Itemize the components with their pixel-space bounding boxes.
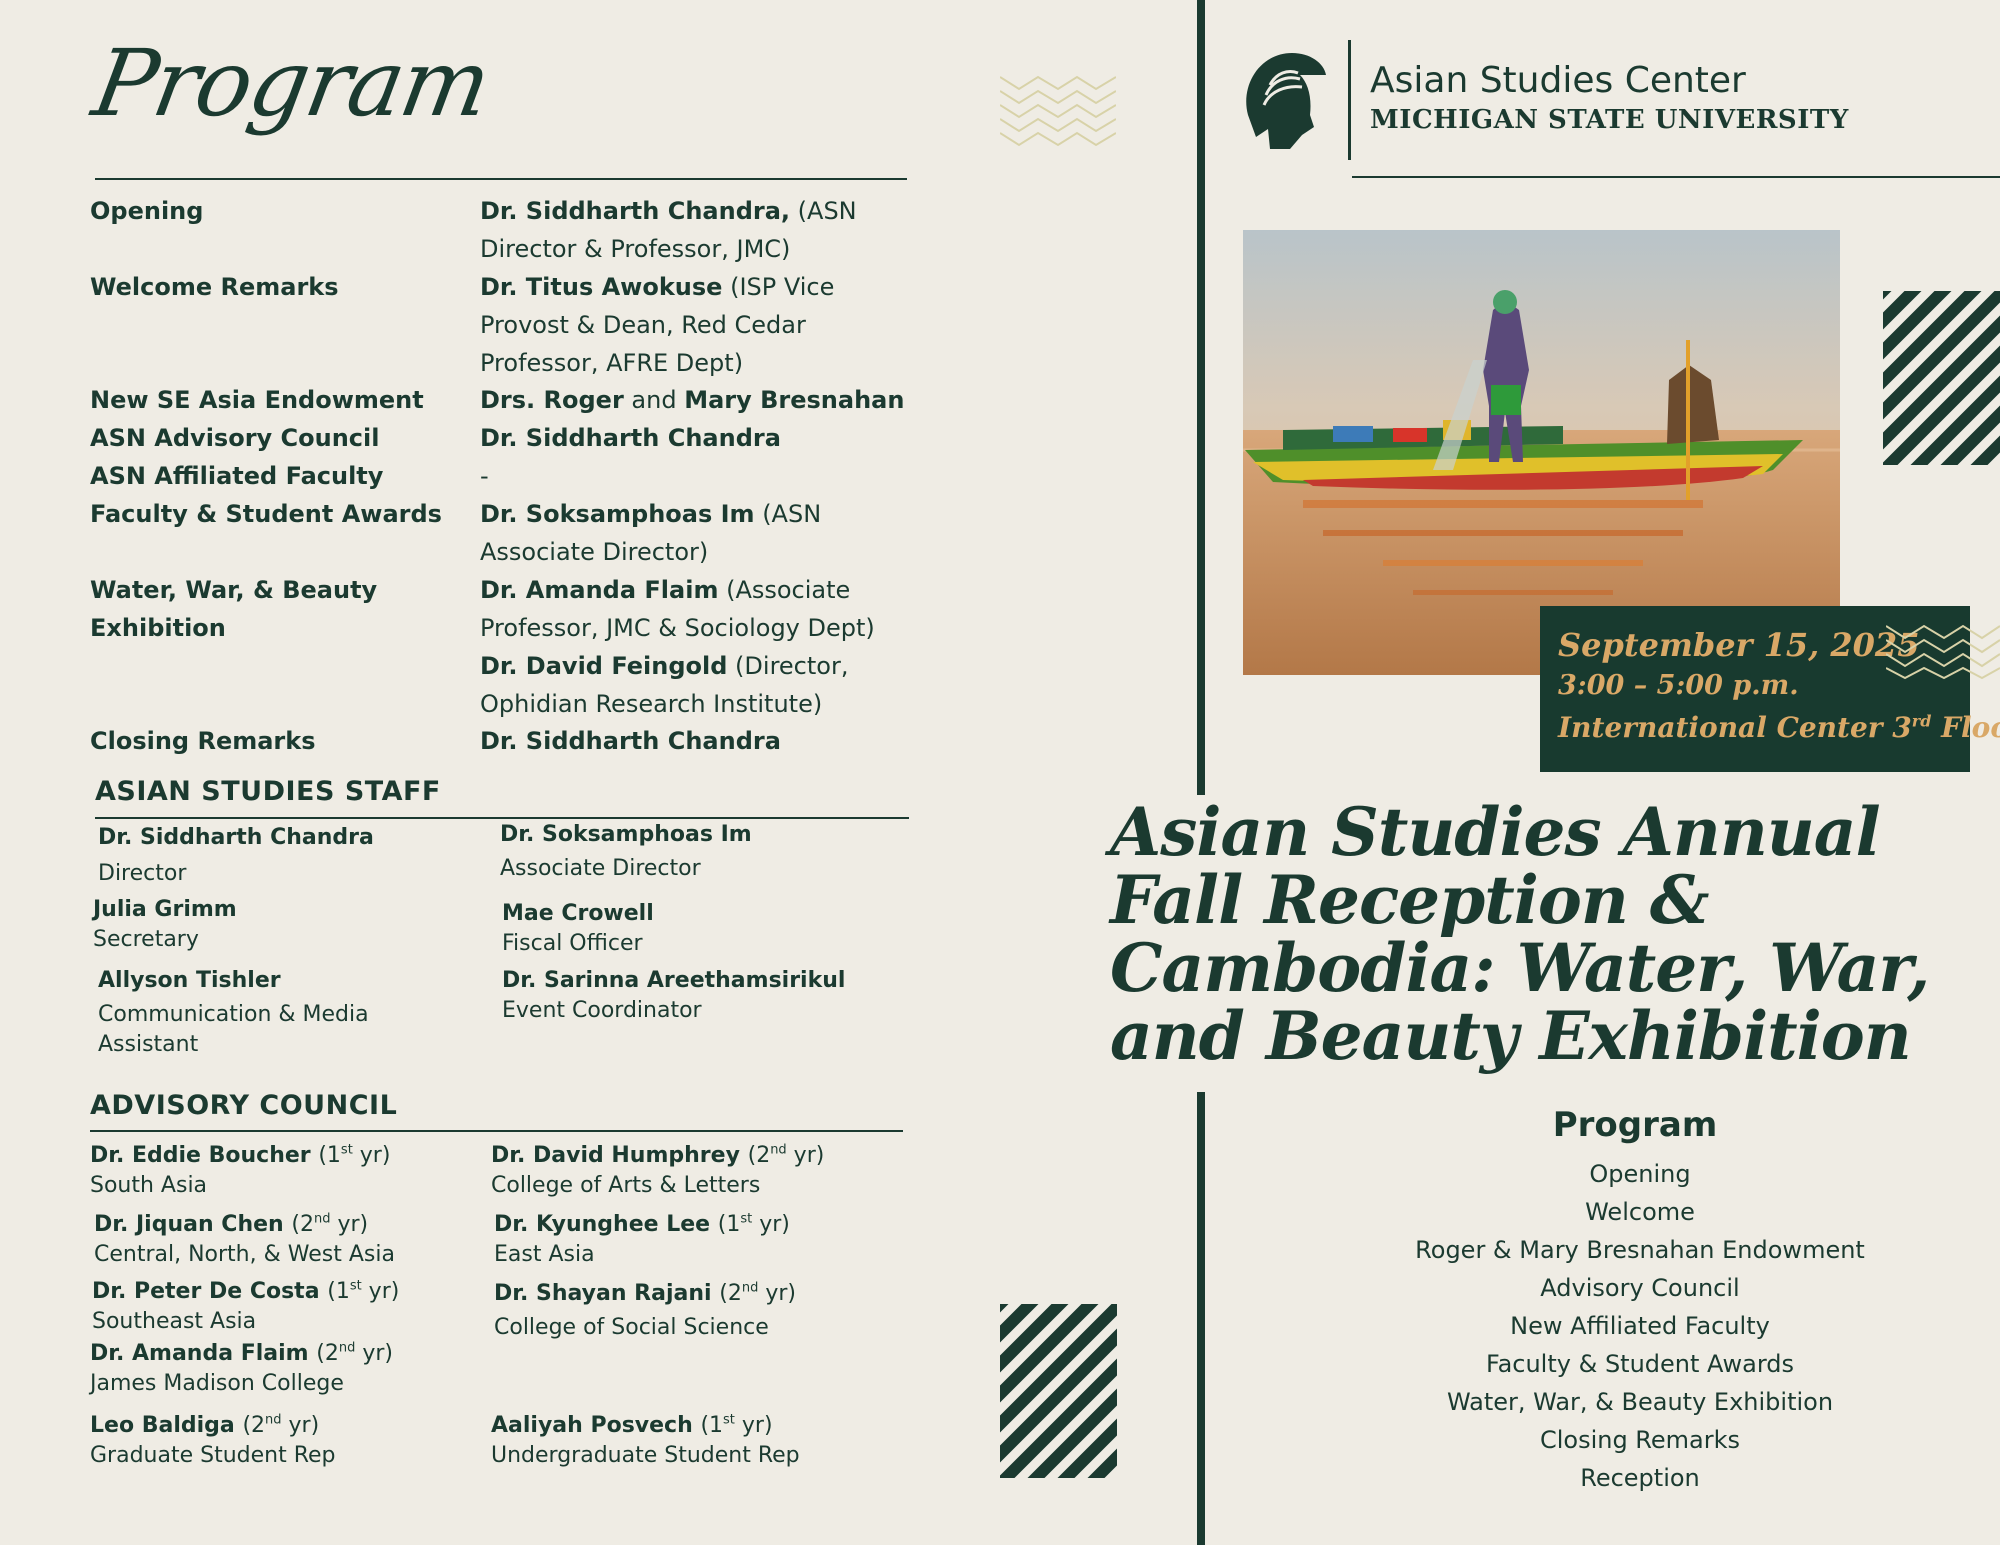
divider: [95, 817, 909, 819]
staff-member: Allyson Tishler Communication & Media Ass…: [98, 968, 369, 1057]
program-value-opening: Dr. Siddharth Chandra, (ASN Director & P…: [480, 197, 857, 263]
divider: [95, 178, 907, 180]
zigzag-pattern-icon: [1886, 624, 2000, 680]
staff-member: Julia Grimm Secretary: [93, 897, 237, 952]
event-title: Asian Studies Annual Fall Reception & Ca…: [1110, 793, 1930, 1075]
divider: [90, 1130, 903, 1132]
program-label-exhibition: Water, War, & Beauty Exhibition: [90, 576, 378, 642]
program-value-closing: Dr. Siddharth Chandra: [480, 727, 781, 755]
list-item: Advisory Council: [1540, 1274, 1740, 1302]
zigzag-pattern-icon: [1000, 75, 1116, 147]
logo-separator: [1348, 40, 1351, 160]
council-member: Leo Baldiga (2nd yr) Graduate Student Rep: [90, 1412, 336, 1468]
program-heading: Program: [1552, 1105, 1718, 1145]
stripe-pattern-icon: [1883, 291, 2000, 465]
council-member: Dr. Kyunghee Lee (1st yr) East Asia: [494, 1211, 790, 1267]
center-divider: [1197, 1092, 1205, 1545]
program-label-welcome: Welcome Remarks: [90, 273, 339, 301]
staff-member: Mae Crowell Fiscal Officer: [502, 901, 654, 956]
program-label-council: ASN Advisory Council: [90, 424, 380, 452]
council-heading: ADVISORY COUNCIL: [90, 1090, 398, 1121]
staff-heading: ASIAN STUDIES STAFF: [95, 776, 441, 807]
program-value-exhibition-2: Dr. David Feingold (Director, Ophidian R…: [480, 652, 849, 718]
list-item: Closing Remarks: [1539, 1426, 1741, 1454]
event-location: International Center 3rd Floor: [1558, 711, 2000, 744]
university-name: MICHIGAN STATE UNIVERSITY: [1370, 105, 1849, 135]
program-label-faculty: ASN Affiliated Faculty: [90, 462, 384, 490]
program-label-closing: Closing Remarks: [90, 727, 316, 755]
list-item: Faculty & Student Awards: [1485, 1350, 1795, 1378]
program-label-endowment: New SE Asia Endowment: [90, 386, 424, 414]
staff-member: Dr. Soksamphoas Im Associate Director: [500, 822, 752, 881]
staff-member: Dr. Sarinna Areethamsirikul Event Coordin…: [502, 968, 846, 1023]
program-label-opening: Opening: [90, 197, 204, 225]
program-value-exhibition: Dr. Amanda Flaim (Associate Professor, J…: [480, 576, 875, 642]
council-member: Dr. Eddie Boucher (1st yr) South Asia: [90, 1142, 391, 1198]
spartan-helmet-icon: [1246, 53, 1326, 149]
list-item: Welcome: [1585, 1198, 1695, 1226]
council-member: Dr. Shayan Rajani (2nd yr) College of Soc…: [494, 1280, 796, 1340]
program-value-awards: Dr. Soksamphoas Im (ASN Associate Direct…: [480, 500, 822, 566]
council-member: Dr. Amanda Flaim (2nd yr) James Madison C…: [90, 1340, 393, 1396]
list-item: Roger & Mary Bresnahan Endowment: [1415, 1236, 1865, 1264]
event-time: 3:00 – 5:00 p.m.: [1558, 670, 1799, 701]
divider: [1352, 176, 2000, 178]
center-name: Asian Studies Center: [1370, 60, 1746, 101]
council-member: Dr. Jiquan Chen (2nd yr) Central, North, …: [94, 1211, 395, 1267]
council-member: Dr. David Humphrey (2nd yr) College of Ar…: [491, 1142, 825, 1198]
program-value-council: Dr. Siddharth Chandra: [480, 424, 781, 452]
list-item: New Affiliated Faculty: [1510, 1312, 1770, 1340]
center-divider: [1197, 0, 1205, 795]
list-item: Reception: [1580, 1464, 1700, 1492]
list-item: Water, War, & Beauty Exhibition: [1446, 1388, 1834, 1416]
staff-member: Dr. Siddharth Chandra Director: [98, 825, 374, 886]
program-script-title: Program: [85, 30, 497, 137]
program-label-awards: Faculty & Student Awards: [90, 500, 442, 528]
program-value-endowment: Drs. Roger and Mary Bresnahan: [480, 386, 905, 414]
program-list: Opening Welcome Roger & Mary Bresnahan E…: [1380, 1155, 1900, 1497]
council-member: Aaliyah Posvech (1st yr) Undergraduate St…: [491, 1412, 800, 1468]
event-date: September 15, 2025: [1558, 626, 1920, 664]
program-value-welcome: Dr. Titus Awokuse (ISP Vice Provost & De…: [480, 273, 835, 377]
council-member: Dr. Peter De Costa (1st yr) Southeast Asi…: [92, 1278, 400, 1334]
list-item: Opening: [1589, 1160, 1691, 1188]
program-value-faculty: -: [480, 462, 489, 490]
stripe-pattern-icon: [1000, 1304, 1117, 1478]
